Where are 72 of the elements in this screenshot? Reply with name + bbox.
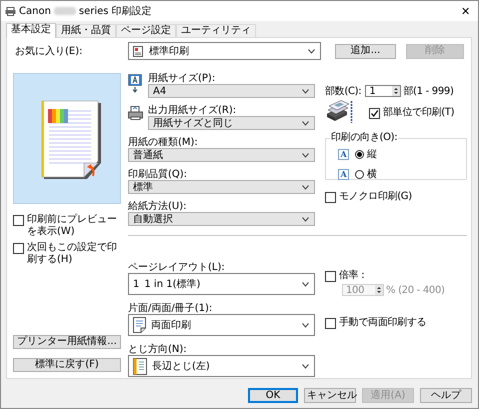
spin-arrows-icon[interactable]: [392, 86, 400, 96]
dropdown[interactable]: 長辺とじ(左): [128, 355, 315, 377]
checkbox[interactable]: [13, 215, 24, 226]
field-label: とじ方向(N):: [128, 344, 188, 355]
chevron-icon: [302, 364, 309, 368]
field-label: 出力用紙サイズ(R):: [148, 105, 238, 116]
close-button[interactable]: ✕: [457, 4, 474, 18]
chevron-icon: [302, 282, 309, 286]
checkbox-label: 手動で両面印刷する: [339, 317, 426, 329]
chevron-icon: [302, 184, 309, 190]
tab[interactable]: ページ設定: [116, 24, 176, 37]
tab[interactable]: 用紙・品質: [56, 24, 116, 37]
chevron-icon: [302, 120, 309, 126]
field-label: 印刷品質(Q):: [128, 169, 188, 180]
field-label: 給紙方法(U):: [128, 201, 188, 212]
field-label: お気に入り(E):: [14, 44, 84, 58]
chevron-icon: [302, 88, 309, 94]
checkbox-label: 次回もこの設定で印刷する(H): [27, 242, 118, 266]
page-letter: A: [338, 168, 349, 180]
field-label: 用紙の種類(M):: [128, 137, 199, 148]
printer-icon: [5, 6, 16, 16]
dropdown[interactable]: 標準: [128, 180, 315, 194]
button[interactable]: 標準に戻す(F): [13, 358, 121, 372]
chevron-icon: [308, 48, 315, 54]
dropdown[interactable]: 用紙サイズと同じ: [148, 116, 315, 130]
chevron-icon: [302, 322, 309, 328]
page-letter: A: [338, 148, 349, 160]
range-label: 部(1 - 999): [403, 84, 454, 98]
dropdown[interactable]: A4: [148, 84, 315, 98]
checkbox[interactable]: [325, 192, 336, 203]
field-label: 用紙サイズ(P):: [148, 73, 216, 84]
blurred-area: [54, 7, 76, 15]
dropdown[interactable]: 1 1 in 1(標準): [128, 273, 315, 295]
dropdown[interactable]: 両面印刷: [128, 314, 315, 336]
window-title: series 印刷設定: [78, 4, 152, 18]
radio-label: 横: [367, 168, 377, 181]
button[interactable]: キャンセル: [304, 388, 356, 403]
button[interactable]: プリンター用紙情報...: [13, 335, 121, 349]
checkbox-label: 印刷前にプレビューを表示(W): [27, 214, 118, 238]
chevron-icon: [302, 152, 309, 158]
radio-label: 縦: [367, 148, 377, 161]
document-icon: [133, 46, 144, 56]
range-label: % (20 - 400): [386, 284, 445, 296]
number-field[interactable]: 1: [365, 85, 402, 97]
dropdown[interactable]: 標準印刷: [128, 42, 321, 60]
field-label: 部数(C):: [325, 86, 362, 96]
checkbox-label: 倍率 :: [339, 270, 364, 282]
radio-button[interactable]: [355, 170, 364, 178]
button[interactable]: ヘルプ: [420, 388, 472, 403]
checkbox[interactable]: [325, 318, 336, 329]
stacked-pages-icon: [326, 100, 352, 123]
tab[interactable]: 基本設定: [6, 23, 56, 38]
dropdown[interactable]: 自動選択: [128, 212, 315, 226]
checkbox[interactable]: [13, 243, 24, 254]
button[interactable]: OK: [248, 388, 298, 403]
tab[interactable]: ユーティリティ: [176, 24, 256, 37]
page-count-text: 1: [133, 278, 140, 290]
field-label: ページレイアウト(L):: [128, 262, 226, 273]
group-label: 印刷の向き(O):: [330, 133, 398, 143]
app-name: Canon: [19, 6, 51, 16]
field-label: 片面/両面/冊子(1):: [128, 303, 214, 314]
paper-size-icon: [128, 74, 142, 93]
printer-icon: [128, 106, 143, 120]
radio-button[interactable]: [355, 150, 364, 158]
chevron-icon: [302, 216, 309, 222]
button[interactable]: 追加...: [335, 44, 396, 58]
checkbox[interactable]: [369, 108, 380, 119]
duplex-page-icon: [133, 317, 146, 333]
dropdown[interactable]: 普通紙: [128, 148, 315, 162]
checkbox-label: モノクロ印刷(G): [339, 191, 412, 203]
binding-page-icon: [133, 358, 147, 374]
checkbox-label: 部単位で印刷(T): [383, 107, 454, 119]
